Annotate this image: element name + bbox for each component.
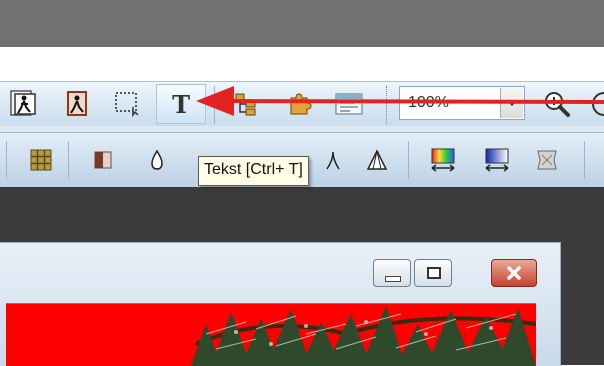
import-person-icon[interactable] bbox=[8, 88, 38, 118]
tooltip: Tekst [Ctrl+ T] bbox=[198, 156, 309, 186]
close-icon bbox=[507, 266, 521, 280]
minimize-icon bbox=[385, 276, 401, 282]
drop-variant-icon[interactable] bbox=[318, 145, 348, 175]
contrast-icon[interactable] bbox=[88, 145, 118, 175]
sharpen-icon[interactable] bbox=[362, 145, 392, 175]
grid-icon[interactable] bbox=[26, 145, 56, 175]
toolbar-separator bbox=[408, 141, 409, 179]
pine-branch-image bbox=[6, 304, 536, 366]
close-button[interactable] bbox=[491, 259, 537, 287]
toolbar-separator bbox=[6, 141, 7, 179]
text-tool-icon: T bbox=[172, 89, 190, 119]
maximize-icon bbox=[427, 267, 441, 279]
menu-area bbox=[0, 47, 604, 81]
export-person-icon[interactable] bbox=[62, 88, 92, 118]
maximize-button[interactable] bbox=[414, 259, 452, 287]
toolbar-separator bbox=[584, 141, 585, 179]
annotation-arrow-icon bbox=[196, 86, 604, 116]
toolbar-separator bbox=[68, 141, 69, 179]
rectangle-select-icon[interactable] bbox=[112, 88, 142, 118]
color-balance-icon[interactable] bbox=[428, 145, 458, 175]
minimize-button[interactable] bbox=[373, 259, 411, 287]
gradient-icon[interactable] bbox=[482, 145, 512, 175]
water-drop-icon[interactable] bbox=[142, 145, 172, 175]
texture-icon[interactable] bbox=[532, 145, 562, 175]
window-title-strip bbox=[0, 0, 604, 47]
image-canvas[interactable] bbox=[6, 303, 536, 366]
